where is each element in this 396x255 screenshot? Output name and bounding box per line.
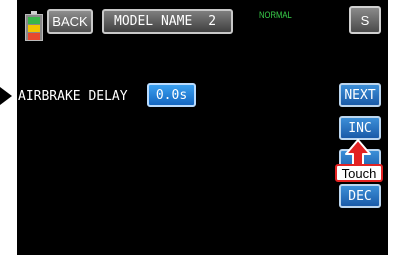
s-button[interactable]: S	[349, 6, 381, 34]
battery-icon	[25, 11, 43, 41]
dec-button[interactable]: DEC	[339, 184, 381, 208]
back-button[interactable]: BACK	[47, 9, 93, 34]
airbrake-delay-value[interactable]: 0.0s	[147, 83, 196, 107]
model-number: 2	[208, 14, 217, 29]
model-name-button[interactable]: MODEL NAME 2	[102, 9, 233, 34]
flight-mode-label: NORMAL	[259, 10, 292, 20]
inc-button[interactable]: INC	[339, 116, 381, 140]
airbrake-delay-label: AIRBRAKE DELAY	[18, 89, 128, 104]
next-button[interactable]: NEXT	[339, 83, 381, 107]
transmitter-screen: BACK MODEL NAME 2 NORMAL S AIRBRAKE DELA…	[17, 0, 388, 255]
touch-callout: Touch	[335, 164, 383, 182]
pointer-arrow-icon	[0, 87, 12, 105]
model-name-label: MODEL NAME	[114, 14, 193, 29]
